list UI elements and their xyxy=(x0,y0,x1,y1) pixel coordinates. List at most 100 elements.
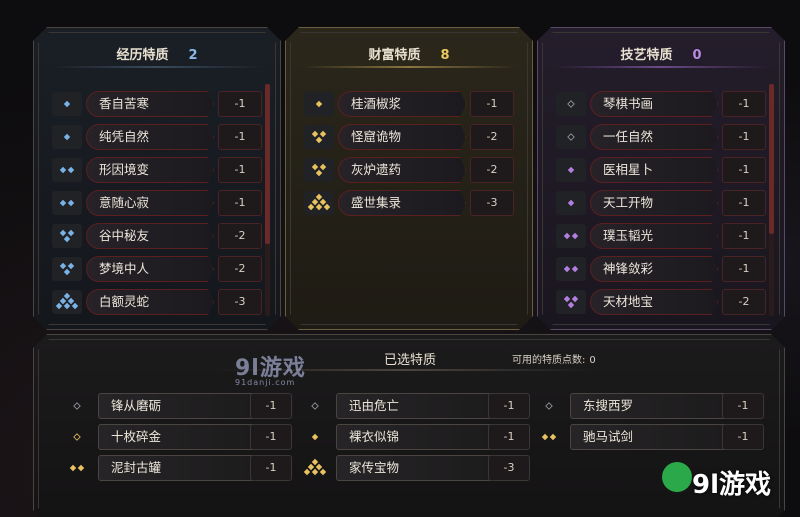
trait-icon-slot xyxy=(556,92,586,116)
selected-trait-item[interactable]: 泥封古罐 -1 xyxy=(62,454,280,482)
selected-trait-item[interactable]: 迅由危亡 -1 xyxy=(300,392,518,420)
trait-item[interactable]: 医相星卜 -1 xyxy=(556,156,774,184)
trait-item[interactable]: 天材地宝 -2 xyxy=(556,288,774,316)
panel-header: 经历特质 2 xyxy=(34,44,280,66)
trait-cost: -1 xyxy=(250,393,292,419)
trait-item[interactable]: 梦境中人 -2 xyxy=(52,255,270,283)
trait-name[interactable]: 一任自然 xyxy=(590,124,718,150)
selected-trait-item[interactable]: 驰马试剑 -1 xyxy=(534,423,752,451)
trait-cost: -1 xyxy=(250,424,292,450)
diamond-icon xyxy=(558,93,584,115)
trait-name[interactable]: 意随心寂 xyxy=(86,190,214,216)
trait-name[interactable]: 东搜西罗 xyxy=(570,393,742,419)
diamond-icon xyxy=(64,395,90,417)
trait-cost: -1 xyxy=(722,157,766,183)
trait-cost: -1 xyxy=(722,223,766,249)
trait-item[interactable]: 形因境变 -1 xyxy=(52,156,270,184)
trait-name[interactable]: 医相星卜 xyxy=(590,157,718,183)
available-points: 可用的特质点数: 0 xyxy=(512,351,596,366)
trait-item[interactable]: 纯凭自然 -1 xyxy=(52,123,270,151)
trait-name[interactable]: 盛世集录 xyxy=(338,190,466,216)
selected-trait-item[interactable]: 家传宝物 -3 xyxy=(300,454,518,482)
diamond-icon xyxy=(306,126,332,148)
trait-icon-slot xyxy=(52,158,82,182)
trait-name[interactable]: 泥封古罐 xyxy=(98,455,270,481)
trait-name[interactable]: 琴棋书画 xyxy=(590,91,718,117)
trait-cost: -2 xyxy=(218,223,262,249)
trait-name[interactable]: 梦境中人 xyxy=(86,256,214,282)
trait-name[interactable]: 香自苦寒 xyxy=(86,91,214,117)
trait-name[interactable]: 灰炉遗药 xyxy=(338,157,466,183)
trait-name[interactable]: 神锋敛彩 xyxy=(590,256,718,282)
trait-name[interactable]: 十枚碎金 xyxy=(98,424,270,450)
trait-icon-slot xyxy=(556,158,586,182)
panel-header: 技艺特质 0 xyxy=(538,44,784,66)
trait-name[interactable]: 谷中秘友 xyxy=(86,223,214,249)
trait-item[interactable]: 白额灵蛇 -3 xyxy=(52,288,270,316)
trait-cost: -2 xyxy=(722,289,766,315)
trait-cost: -3 xyxy=(470,190,514,216)
diamond-icon xyxy=(54,192,80,214)
trait-item[interactable]: 璞玉韬光 -1 xyxy=(556,222,774,250)
diamond-icon xyxy=(64,457,90,479)
trait-name[interactable]: 白额灵蛇 xyxy=(86,289,214,315)
trait-item[interactable]: 神锋敛彩 -1 xyxy=(556,255,774,283)
trait-item[interactable]: 谷中秘友 -2 xyxy=(52,222,270,250)
trait-name[interactable]: 天材地宝 xyxy=(590,289,718,315)
trait-icon-slot xyxy=(556,290,586,314)
trait-item[interactable]: 怪窟诡物 -2 xyxy=(304,123,522,151)
trait-name[interactable]: 形因境变 xyxy=(86,157,214,183)
trait-item[interactable]: 意随心寂 -1 xyxy=(52,189,270,217)
selected-trait-item[interactable]: 东搜西罗 -1 xyxy=(534,392,752,420)
trait-name[interactable]: 纯凭自然 xyxy=(86,124,214,150)
trait-icon-slot xyxy=(62,456,92,480)
diamond-icon xyxy=(306,192,332,214)
trait-cost: -1 xyxy=(722,91,766,117)
trait-icon-slot xyxy=(304,191,334,215)
diamond-icon xyxy=(54,93,80,115)
trait-icon-slot xyxy=(556,125,586,149)
logo-text: 9l游戏 xyxy=(692,470,772,500)
selected-trait-item[interactable]: 十枚碎金 -1 xyxy=(62,423,280,451)
trait-name[interactable]: 驰马试剑 xyxy=(570,424,742,450)
panel-header: 财富特质 8 xyxy=(286,44,532,66)
trait-cost: -1 xyxy=(218,190,262,216)
trait-icon-slot xyxy=(556,257,586,281)
trait-item[interactable]: 琴棋书画 -1 xyxy=(556,90,774,118)
trait-icon-slot xyxy=(304,92,334,116)
trait-name[interactable]: 怪窟诡物 xyxy=(338,124,466,150)
trait-name[interactable]: 桂酒椒浆 xyxy=(338,91,466,117)
selected-trait-item[interactable]: 锋从磨砺 -1 xyxy=(62,392,280,420)
trait-name[interactable]: 天工开物 xyxy=(590,190,718,216)
trait-item[interactable]: 香自苦寒 -1 xyxy=(52,90,270,118)
diamond-icon xyxy=(558,225,584,247)
watermark-url: 91danji.com xyxy=(235,378,296,387)
trait-item[interactable]: 一任自然 -1 xyxy=(556,123,774,151)
diamond-icon xyxy=(302,395,328,417)
trait-name[interactable]: 裸衣似锦 xyxy=(336,424,508,450)
trait-name[interactable]: 家传宝物 xyxy=(336,455,508,481)
trait-item[interactable]: 盛世集录 -3 xyxy=(304,189,522,217)
header-underline xyxy=(302,66,516,68)
panel-count: 0 xyxy=(692,48,702,63)
diamond-icon xyxy=(536,395,562,417)
diamond-icon xyxy=(558,126,584,148)
trait-item[interactable]: 桂酒椒浆 -1 xyxy=(304,90,522,118)
trait-cost: -1 xyxy=(470,91,514,117)
trait-cost: -1 xyxy=(722,124,766,150)
panel-title: 技艺特质 xyxy=(620,48,673,63)
trait-item[interactable]: 灰炉遗药 -2 xyxy=(304,156,522,184)
trait-icon-slot xyxy=(534,425,564,449)
header-underline xyxy=(554,66,768,68)
diamond-icon xyxy=(54,291,80,313)
trait-cost: -2 xyxy=(470,157,514,183)
trait-icon-slot xyxy=(304,125,334,149)
points-value: 0 xyxy=(589,355,596,366)
diamond-icon xyxy=(558,192,584,214)
trait-name[interactable]: 锋从磨砺 xyxy=(98,393,270,419)
trait-name[interactable]: 迅由危亡 xyxy=(336,393,508,419)
trait-name[interactable]: 璞玉韬光 xyxy=(590,223,718,249)
trait-item[interactable]: 天工开物 -1 xyxy=(556,189,774,217)
trait-cost: -2 xyxy=(218,256,262,282)
selected-trait-item[interactable]: 裸衣似锦 -1 xyxy=(300,423,518,451)
